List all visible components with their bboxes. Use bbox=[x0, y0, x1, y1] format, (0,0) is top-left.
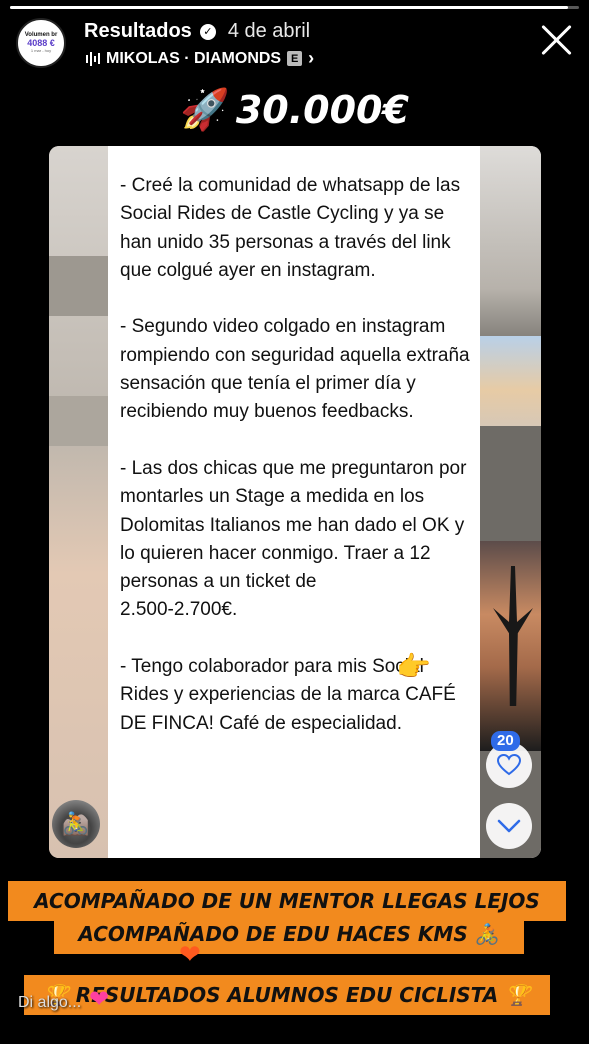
verified-badge-icon: ✓ bbox=[199, 23, 216, 40]
story-progress-bar bbox=[10, 6, 579, 9]
heart-outline-icon bbox=[497, 754, 521, 776]
chevron-right-icon: › bbox=[308, 48, 315, 68]
music-attribution[interactable]: MIKOLAS · DIAMONDS E › bbox=[86, 48, 314, 69]
cyclist-icon: 🚵 bbox=[62, 811, 90, 837]
story-progress-fill bbox=[10, 6, 568, 9]
avatar-line2: 4088 € bbox=[27, 38, 55, 48]
photo-window-sky bbox=[479, 336, 541, 426]
floating-heart-icon[interactable]: ❤ bbox=[89, 985, 109, 1013]
amount-sticker: 🚀 30.000€ bbox=[0, 86, 589, 133]
account-title-row: Resultados ✓ 4 de abril bbox=[84, 20, 310, 43]
sound-bars-icon bbox=[86, 51, 100, 66]
music-track: MIKOLAS · DIAMONDS bbox=[106, 49, 282, 67]
photo-wall bbox=[49, 146, 109, 858]
reply-input[interactable]: Di algo... bbox=[18, 994, 81, 1012]
chevron-down-icon bbox=[497, 819, 521, 833]
account-name[interactable]: Resultados bbox=[84, 20, 192, 43]
amount-text: 30.000€ bbox=[235, 87, 409, 132]
story-date: 4 de abril bbox=[227, 20, 311, 42]
floating-heart-icon: ❤ bbox=[179, 940, 201, 970]
pointing-hand-icon: 👉 bbox=[396, 650, 431, 683]
photo-shadow-band bbox=[49, 256, 109, 316]
like-count-badge: 20 bbox=[491, 731, 520, 751]
photo-shadow-band bbox=[49, 396, 109, 446]
avatar[interactable]: Volumen br 4088 € 1 mar - hoy bbox=[16, 18, 66, 68]
explicit-icon: E bbox=[287, 51, 303, 66]
close-icon[interactable] bbox=[539, 22, 573, 56]
avatar-line3: 1 mar - hoy bbox=[30, 48, 52, 53]
scroll-down-button[interactable] bbox=[486, 803, 532, 849]
rocket-icon: 🚀 bbox=[180, 87, 230, 133]
note-card: - Creé la comunidad de whatsapp de las S… bbox=[108, 146, 480, 858]
caption-banner-edu: ACOMPAÑADO DE EDU HACES KMS 🚴 bbox=[54, 914, 524, 954]
cyclist-thumbnail[interactable]: 🚵 bbox=[52, 800, 100, 848]
story-header: Volumen br 4088 € 1 mar - hoy Resultados… bbox=[16, 18, 573, 72]
